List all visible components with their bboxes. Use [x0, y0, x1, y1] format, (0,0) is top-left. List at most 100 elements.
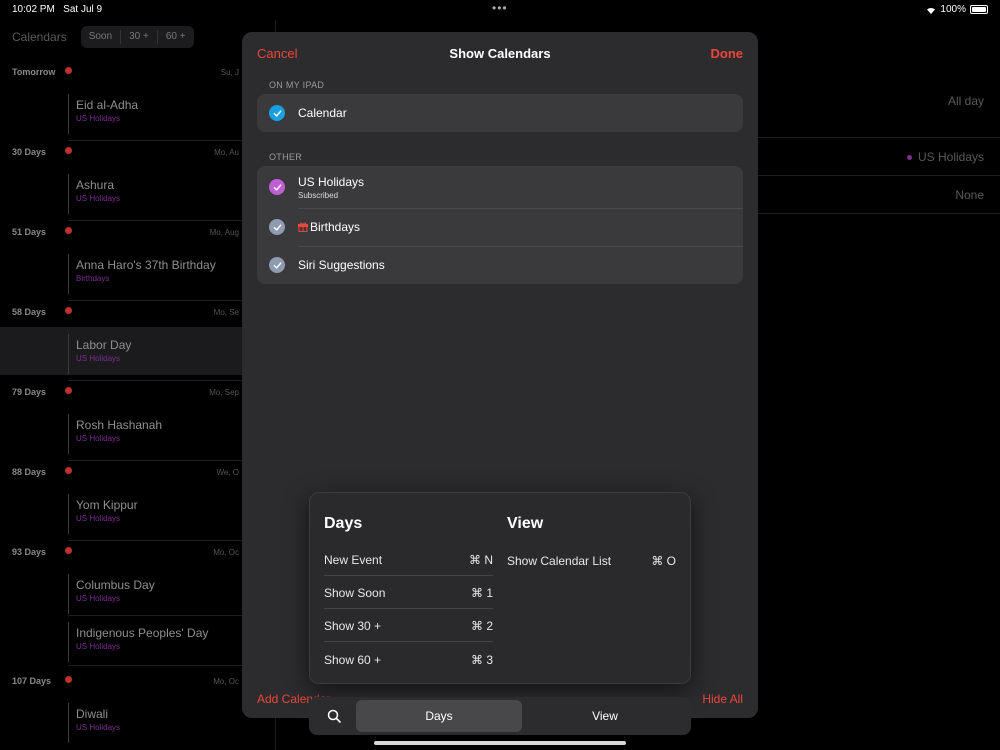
section-date: Mo, Au [214, 148, 239, 157]
shortcuts-section-title: Days [324, 515, 363, 532]
timeline-line [68, 254, 69, 294]
timeline-line [68, 622, 69, 662]
event-title: Eid al-Adha [76, 98, 139, 112]
section-header: 93 Days [12, 547, 47, 557]
checkmark-icon[interactable] [269, 219, 285, 235]
list-item[interactable]: Ashura US Holidays [76, 178, 120, 203]
shortcut-key: ⌘ 1 [470, 586, 493, 600]
shortcut-label: Show 30 + [324, 619, 382, 633]
event-calendar: US Holidays [76, 354, 121, 363]
calendar-label: Calendar [298, 106, 347, 120]
calendar-row-siri-suggestions[interactable]: Siri Suggestions [257, 246, 743, 284]
shortcut-row: New Event ⌘ N [324, 543, 493, 576]
timeline-line [68, 574, 69, 614]
event-title: Yom Kippur [76, 498, 138, 512]
section-header: Tomorrow [12, 67, 56, 77]
calendar-row-birthdays[interactable]: Birthdays [257, 208, 743, 246]
calendar-row-us-holidays[interactable]: US Holidays Subscribed [257, 166, 743, 208]
event-calendar: US Holidays [76, 114, 121, 123]
status-bar: 10:02 PM Sat Jul 9 ••• 100% [0, 0, 1000, 18]
section-date: Mo, Oc [213, 548, 239, 557]
event-calendar: US Holidays [76, 434, 121, 443]
alert-value[interactable]: None [955, 188, 984, 202]
day-dot [65, 547, 72, 554]
event-calendar: US Holidays [76, 514, 121, 523]
section-date: We, O [216, 468, 239, 477]
shortcut-label: Show Calendar List [507, 553, 612, 568]
list-item[interactable]: Eid al-Adha US Holidays [76, 98, 138, 123]
shortcut-key: ⌘ N [469, 553, 493, 567]
calendar-value[interactable]: US Holidays [906, 150, 984, 164]
section-header: 58 Days [12, 307, 47, 317]
battery-icon [970, 5, 988, 14]
checkmark-icon[interactable] [269, 105, 285, 121]
list-item[interactable]: Rosh Hashanah US Holidays [76, 418, 162, 443]
timeline-line [68, 703, 69, 743]
list-item[interactable]: Columbus Day US Holidays [76, 578, 155, 603]
shortcuts-section-title: View [507, 515, 544, 532]
shortcut-label: Show Soon [324, 586, 386, 600]
list-item[interactable]: Indigenous Peoples' Day US Holidays [76, 626, 208, 651]
status-time-date: 10:02 PM Sat Jul 9 [12, 4, 103, 15]
list-item[interactable]: Yom Kippur US Holidays [76, 498, 138, 523]
list-item[interactable]: Anna Haro's 37th Birthday Birthdays [76, 258, 216, 283]
event-calendar: US Holidays [76, 723, 121, 732]
section-header: 107 Days [12, 676, 52, 686]
sheet-title: Show Calendars [449, 46, 551, 61]
section-date: Mo, Oc [213, 677, 239, 686]
day-dot [65, 387, 72, 394]
tab-view[interactable]: View [522, 700, 688, 732]
home-indicator[interactable] [374, 741, 626, 745]
battery-percent: 100% [940, 4, 966, 15]
day-dot [65, 67, 72, 74]
range-segmented-control[interactable]: Soon 30 + 60 + [80, 26, 194, 48]
done-button[interactable]: Done [711, 46, 744, 61]
segment-soon[interactable]: Soon [81, 30, 122, 44]
day-dot [65, 676, 72, 683]
section-date: Mo, Sep [209, 388, 239, 397]
section-date: Su, J [220, 68, 239, 77]
bottom-tab-bar: Days View [309, 697, 691, 735]
calendar-row-calendar[interactable]: Calendar [257, 94, 743, 132]
shortcut-row: Show 60 + ⌘ 3 [324, 642, 493, 675]
list-item[interactable]: Labor Day US Holidays [76, 338, 131, 363]
shortcuts-view-column: View Show Calendar List ⌘ O [507, 515, 676, 576]
section-header: 30 Days [12, 147, 47, 157]
calendar-label: Siri Suggestions [298, 258, 385, 272]
tab-days[interactable]: Days [356, 700, 522, 732]
timeline-line [68, 494, 69, 534]
checkmark-icon[interactable] [269, 257, 285, 273]
event-detail-pane: All day US Holidays None [757, 20, 1000, 750]
segment-60[interactable]: 60 + [158, 30, 194, 44]
checkmark-icon[interactable] [269, 179, 285, 195]
section-header: 51 Days [12, 227, 47, 237]
gift-icon [298, 222, 308, 232]
event-calendar: US Holidays [76, 194, 121, 203]
section-header: 88 Days [12, 467, 47, 477]
section-date: Mo, Se [213, 308, 239, 317]
event-title: Anna Haro's 37th Birthday [76, 258, 216, 272]
day-dot [65, 467, 72, 474]
hide-all-button[interactable]: Hide All [702, 692, 743, 706]
event-title: Labor Day [76, 338, 132, 352]
multitasking-dots-icon[interactable]: ••• [492, 1, 508, 15]
segment-30[interactable]: 30 + [121, 30, 158, 44]
event-title: Ashura [76, 178, 115, 192]
shortcut-row: Show 30 + ⌘ 2 [324, 609, 493, 642]
search-button[interactable] [312, 700, 356, 732]
day-dot [65, 227, 72, 234]
upcoming-list: Calendars Soon 30 + 60 + Tomorrow Su, J E… [0, 20, 276, 750]
section-date: Mo, Aug [209, 228, 239, 237]
calendar-label: US Holidays [298, 174, 365, 189]
calendars-button[interactable]: Calendars [12, 30, 67, 44]
shortcut-label: Show 60 + [324, 652, 382, 667]
list-item[interactable]: Diwali US Holidays [76, 707, 120, 732]
timeline-line [68, 414, 69, 454]
event-title: Indigenous Peoples' Day [76, 626, 209, 640]
calendar-sublabel: Subscribed [298, 190, 339, 200]
shortcut-key: ⌘ O [651, 553, 676, 568]
wifi-icon [927, 7, 936, 14]
event-calendar: Birthdays [76, 274, 110, 283]
shortcuts-days-column: Days New Event ⌘ N Show Soon ⌘ 1 Show 30… [324, 515, 493, 675]
day-dot [65, 147, 72, 154]
